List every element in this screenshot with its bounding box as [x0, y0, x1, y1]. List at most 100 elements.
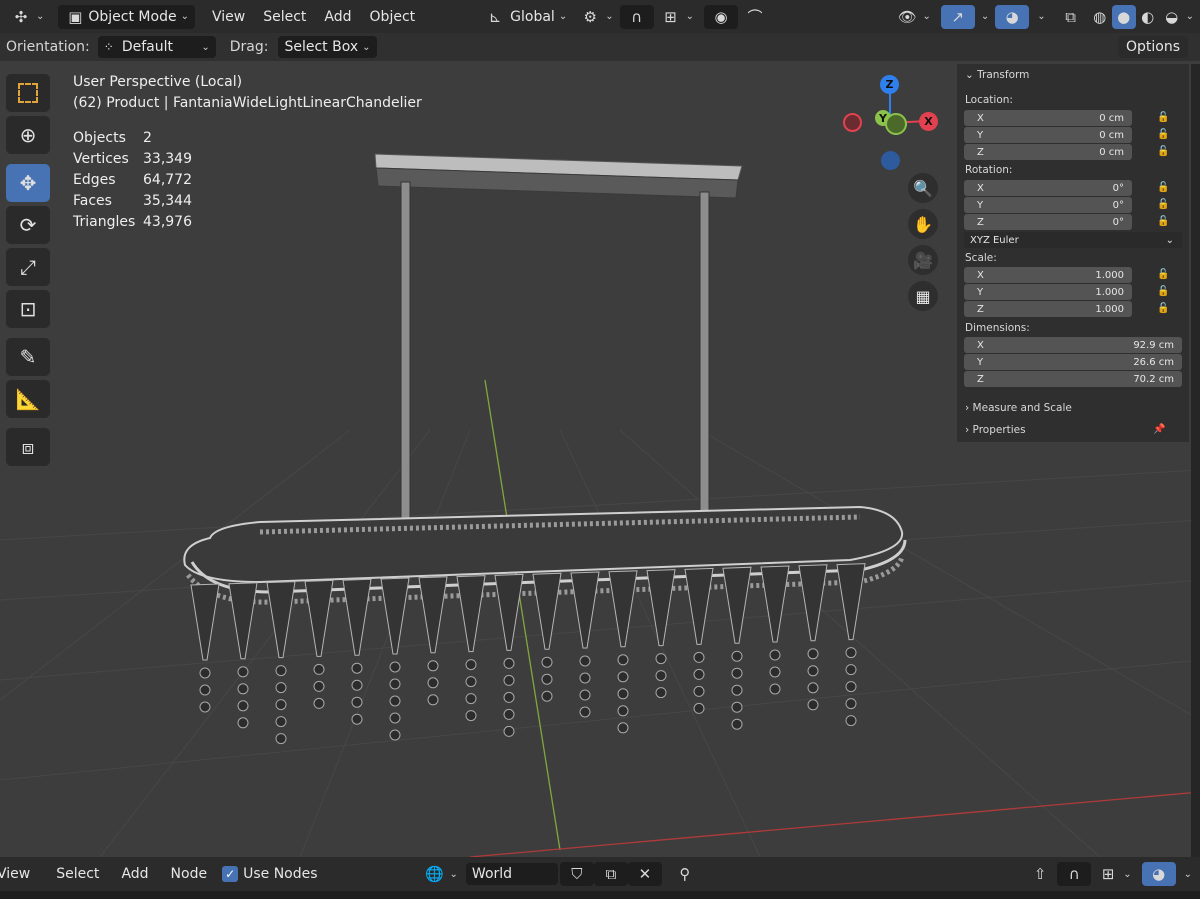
transform-orientation-dropdown[interactable]: ⊾ Global ⌄ [478, 5, 573, 29]
location-z-field[interactable]: Z 0 cm [964, 144, 1132, 160]
lock-icon[interactable]: 🔓 [1157, 182, 1169, 193]
menu-view[interactable]: View [0, 866, 39, 882]
shading-solid[interactable]: ● [1111, 4, 1136, 29]
scale-icon: ⤢ [20, 255, 36, 279]
location-y-field[interactable]: Y 0 cm [964, 127, 1132, 143]
annotate-tool[interactable]: ✎ [6, 338, 50, 376]
orientation-value: Default [121, 39, 173, 55]
dimension-y-field[interactable]: Y 26.6 cm [964, 354, 1182, 370]
lock-icon[interactable]: 🔓 [1157, 129, 1169, 140]
pin-icon[interactable]: 📌 [1153, 424, 1165, 435]
rotation-x-field[interactable]: X 0° [964, 180, 1132, 196]
dimension-z-field[interactable]: Z 70.2 cm [964, 371, 1182, 387]
shading-rendered[interactable]: ◒ [1160, 5, 1184, 29]
drag-dropdown[interactable]: Select Box ⌄ [278, 36, 377, 58]
perspective-toggle-button[interactable]: ▦ [908, 281, 938, 311]
rotation-mode-dropdown[interactable]: XYZ Euler ⌄ [964, 232, 1182, 248]
shading-wireframe[interactable]: ◍ [1088, 5, 1112, 29]
xray-toggle[interactable]: ⧉ [1054, 5, 1088, 29]
dimension-x-field[interactable]: X 92.9 cm [964, 337, 1182, 353]
lock-icon[interactable]: 🔓 [1157, 286, 1169, 297]
lock-icon[interactable]: 🔓 [1157, 199, 1169, 210]
snap-target-dropdown[interactable]: ⊞ ⌄ [654, 5, 700, 29]
lock-icon[interactable]: 🔓 [1157, 269, 1169, 280]
falloff-dropdown[interactable]: ⌒ [738, 5, 772, 29]
snap-toggle[interactable]: ∩ [619, 4, 654, 29]
use-nodes-toggle[interactable]: ✓ Use Nodes [222, 866, 318, 882]
menu-select[interactable]: Select [254, 9, 315, 25]
zoom-button[interactable]: 🔍 [908, 173, 938, 203]
crystal-bead [617, 688, 629, 700]
world-name-field[interactable]: World [465, 863, 558, 885]
location-label: Location: [965, 94, 1013, 106]
scale-x-field[interactable]: X 1.000 [964, 267, 1132, 283]
mode-selector[interactable]: ▣ Object Mode ⌄ [58, 4, 195, 29]
measure-scale-panel-header[interactable]: › Measure and Scale [965, 402, 1072, 414]
move-tool[interactable]: ✥ [6, 164, 50, 202]
menu-object[interactable]: Object [361, 9, 425, 25]
orientation-dropdown[interactable]: ⁘ Default ⌄ [97, 36, 216, 58]
pivot-point-dropdown[interactable]: ⚙ ⌄ [573, 5, 619, 29]
transform-panel-header[interactable]: ⌄ Transform [965, 69, 1029, 81]
overlays-toggle[interactable]: ◕ [1141, 862, 1176, 886]
unlink-button[interactable]: ✕ [627, 862, 662, 886]
world-browse-dropdown[interactable]: 🌐 ⌄ [418, 862, 464, 886]
gizmo-negative-z[interactable] [881, 151, 900, 170]
crystal-bead [351, 713, 363, 725]
menu-add[interactable]: Add [315, 9, 360, 25]
overlays-toggle[interactable]: ◕ [995, 4, 1030, 29]
properties-panel-header[interactable]: › Properties [965, 424, 1026, 436]
duplicate-button[interactable]: ⧉ [593, 862, 628, 886]
snap-toggle[interactable]: ∩ [1057, 862, 1092, 886]
location-x-field[interactable]: X 0 cm [964, 110, 1132, 126]
editor-type-button[interactable]: ✣ ⌄ [4, 5, 50, 29]
lock-icon[interactable]: 🔓 [1157, 303, 1169, 314]
object-mode-icon: ▣ [68, 7, 83, 26]
scale-z-field[interactable]: Z 1.000 [964, 301, 1132, 317]
chevron-down-icon[interactable]: ⌄ [1186, 11, 1194, 22]
shading-material[interactable]: ◐ [1136, 5, 1160, 29]
lock-icon[interactable]: 🔓 [1157, 216, 1169, 227]
magnet-icon: ∩ [631, 7, 643, 26]
cursor-tool[interactable]: ⊕ [6, 116, 50, 154]
measure-tool[interactable]: 📐 [6, 380, 50, 418]
gizmo-z-axis[interactable]: Z [880, 75, 899, 94]
snap-element-dropdown[interactable]: ⊞ ⌄ [1091, 862, 1137, 886]
transform-tool[interactable]: ⊡ [6, 290, 50, 328]
chevron-down-icon[interactable]: ⌄ [981, 11, 989, 22]
chevron-right-icon: › [965, 402, 970, 414]
gizmo-center[interactable] [885, 113, 907, 135]
pan-button[interactable]: ✋ [908, 209, 938, 239]
chevron-down-icon[interactable]: ⌄ [1184, 869, 1192, 880]
rotation-z-field[interactable]: Z 0° [964, 214, 1132, 230]
chevron-down-icon[interactable]: ⌄ [1037, 11, 1045, 22]
lock-icon[interactable]: 🔓 [1157, 112, 1169, 123]
select-box-tool[interactable] [6, 74, 50, 112]
menu-select[interactable]: Select [47, 866, 108, 882]
lock-icon[interactable]: 🔓 [1157, 146, 1169, 157]
gizmo-x-axis[interactable]: X [919, 112, 938, 131]
gizmo-toggle[interactable]: ↗ [940, 4, 975, 29]
options-button[interactable]: Options [1117, 36, 1188, 58]
visibility-dropdown[interactable]: 👁 ⌄ [890, 5, 936, 29]
proportional-edit-toggle[interactable]: ◉ [703, 4, 738, 29]
menu-add[interactable]: Add [112, 866, 157, 882]
crystal-bead [769, 683, 781, 695]
fake-user-button[interactable]: ⛉ [559, 862, 594, 886]
crystal-bead [655, 670, 667, 682]
drag-caption: Drag: [229, 39, 269, 55]
sidebar-tabs[interactable] [1191, 64, 1200, 864]
parent-node-tree-button[interactable]: ⇧ [1023, 862, 1057, 886]
gizmo-negative-x[interactable] [843, 113, 862, 132]
rotation-y-field[interactable]: Y 0° [964, 197, 1132, 213]
camera-view-button[interactable]: 🎥 [908, 245, 938, 275]
scale-y-field[interactable]: Y 1.000 [964, 284, 1132, 300]
crystal-bead [579, 706, 591, 718]
scale-tool[interactable]: ⤢ [6, 248, 50, 286]
pin-button[interactable]: ⚲ [668, 862, 702, 886]
menu-node[interactable]: Node [162, 866, 217, 882]
crystal-bead [807, 665, 819, 677]
menu-view[interactable]: View [203, 9, 254, 25]
rotate-tool[interactable]: ⟳ [6, 206, 50, 244]
add-cube-tool[interactable]: ⧈ [6, 428, 50, 466]
